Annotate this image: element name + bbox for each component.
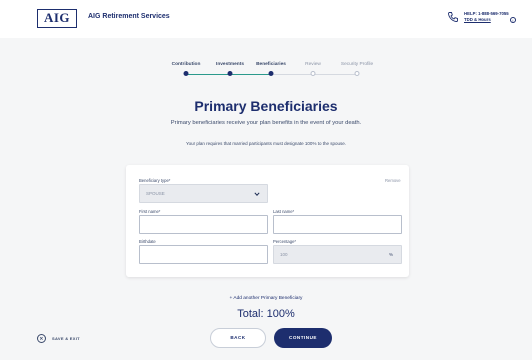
add-beneficiary-link[interactable]: + Add another Primary Beneficiary [0,296,532,301]
phone-icon [448,12,458,22]
continue-button[interactable]: CONTINUE [274,328,332,348]
step-dot-beneficiaries [268,71,274,76]
page-subtitle: Primary beneficiaries receive your plan … [170,120,362,126]
spouse-requirement-note: Your plan requires that married particip… [186,141,346,146]
info-icon[interactable]: i [510,17,516,23]
step-dot-contribution [183,71,189,76]
percentage-value: 100 [280,252,288,257]
percentage-input[interactable]: 100 % [273,245,402,264]
top-header: AIG AIG Retirement Services HELP: 1-888-… [0,0,532,38]
beneficiary-type-value: SPOUSE [146,191,165,196]
step-contribution: Contribution [171,62,201,67]
first-name-input[interactable] [139,215,268,234]
beneficiary-card: Beneficiary type* Remove SPOUSE First na… [126,165,409,277]
aig-logo[interactable]: AIG [37,9,77,28]
percentage-label: Percentage* [273,239,297,244]
step-investments: Investments [216,62,244,67]
save-exit-label: SAVE & EXIT [52,335,80,341]
beneficiary-type-label: Beneficiary type* [139,178,171,183]
step-review: Review [305,62,321,67]
total-percentage: Total: 100% [237,308,295,320]
tdd-hours-link[interactable]: TDD & Hours [464,17,491,22]
help-phone-text: HELP: 1-888-569-7055 [464,11,509,16]
step-dot-review [310,71,316,76]
remove-beneficiary-link[interactable]: Remove [385,178,401,183]
chevron-down-icon [254,192,260,196]
last-name-input[interactable] [273,215,402,234]
beneficiary-type-select[interactable]: SPOUSE [139,184,268,203]
step-dot-security-profile [354,71,360,76]
birthdate-input[interactable] [139,245,268,264]
percent-sign: % [388,252,393,257]
first-name-label: First name* [139,209,161,214]
step-dot-investments [227,71,233,76]
save-exit-button[interactable]: SAVE & EXIT [37,333,80,343]
page-title: Primary Beneficiaries [194,98,338,114]
back-button[interactable]: BACK [210,328,266,348]
step-security-profile: Security Profile [340,62,374,67]
birthdate-label: Birthdate [139,239,156,244]
last-name-label: Last name* [273,209,295,214]
brand-name: AIG Retirement Services [88,13,170,20]
close-circle-icon [37,333,46,343]
step-beneficiaries: Beneficiaries [256,62,286,67]
